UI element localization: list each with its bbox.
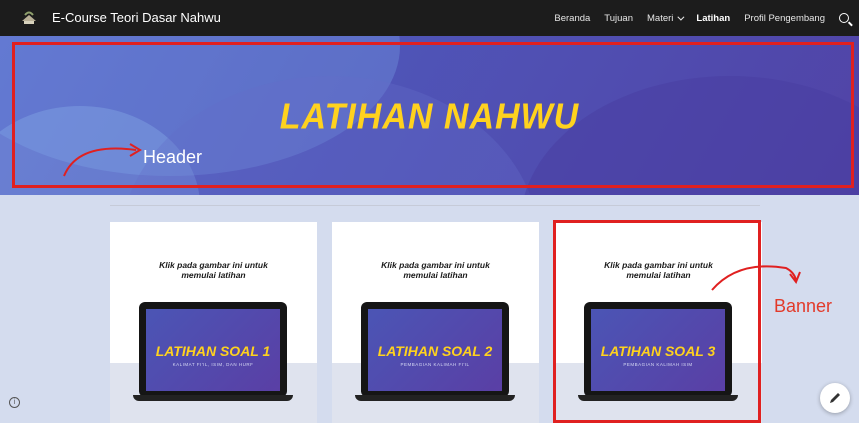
top-navbar: E-Course Teori Dasar Nahwu Beranda Tujua…	[0, 0, 859, 36]
nav-item-materi[interactable]: Materi	[647, 12, 685, 24]
banner-highlight-box	[553, 220, 761, 423]
card-subtitle: KALIMAT FI'IL, ISIM, DAN HURF	[172, 362, 254, 367]
card-caption: Klik pada gambar ini untuk memulai latih…	[381, 260, 490, 280]
main-nav: Beranda Tujuan Materi Latihan Profil Pen…	[540, 0, 849, 36]
search-icon[interactable]	[839, 13, 849, 23]
card-title: LATIHAN SOAL 2	[377, 343, 493, 359]
banner-annotation-label: Banner	[774, 296, 833, 316]
divider	[110, 205, 760, 206]
card-subtitle: PEMBAGIAN KALIMAH FI'IL	[400, 362, 470, 367]
card-title: LATIHAN SOAL 1	[155, 343, 271, 359]
nav-item-latihan[interactable]: Latihan	[696, 13, 730, 24]
laptop-image[interactable]: LATIHAN SOAL 2 PEMBAGIAN KALIMAH FI'IL	[355, 302, 515, 402]
nav-item-beranda[interactable]: Beranda	[554, 13, 590, 24]
nav-item-profil-pengembang[interactable]: Profil Pengembang	[744, 13, 825, 24]
laptop-image[interactable]: LATIHAN SOAL 1 KALIMAT FI'IL, ISIM, DAN …	[133, 302, 293, 402]
card-caption: Klik pada gambar ini untuk memulai latih…	[159, 260, 268, 280]
site-logo-icon[interactable]	[20, 9, 38, 27]
curved-arrow-icon	[63, 143, 142, 177]
site-title[interactable]: E-Course Teori Dasar Nahwu	[52, 10, 221, 25]
edit-button[interactable]	[820, 383, 850, 413]
exercise-card-1[interactable]: Klik pada gambar ini untuk memulai latih…	[110, 222, 317, 423]
exercise-card-2[interactable]: Klik pada gambar ini untuk memulai latih…	[332, 222, 539, 423]
header-annotation-label: Header	[143, 147, 203, 167]
curved-arrow-icon	[711, 265, 801, 291]
nav-item-materi-label: Materi	[647, 12, 674, 24]
chevron-down-icon	[677, 13, 685, 21]
nav-item-tujuan[interactable]: Tujuan	[604, 13, 633, 24]
pencil-icon	[830, 393, 840, 403]
info-icon[interactable]: i	[9, 397, 20, 408]
